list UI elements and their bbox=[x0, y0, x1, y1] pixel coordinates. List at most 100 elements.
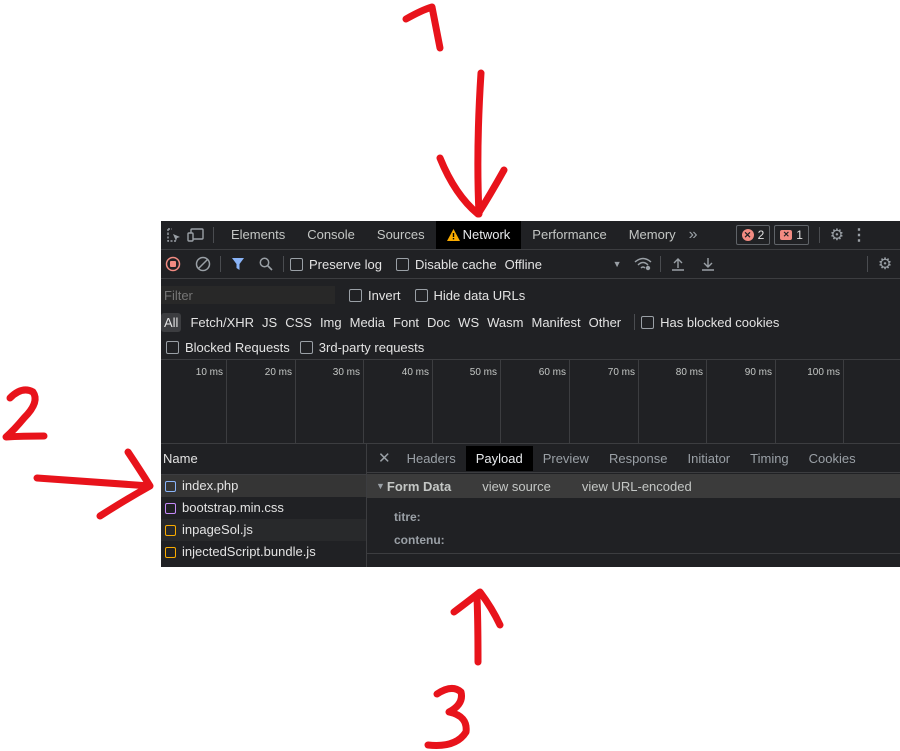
tab-memory[interactable]: Memory bbox=[618, 221, 687, 249]
hide-data-urls-label: Hide data URLs bbox=[433, 287, 526, 303]
timeline-tick-label: 90 ms bbox=[744, 367, 772, 378]
filter-input[interactable] bbox=[161, 286, 335, 304]
hide-data-urls-checkbox[interactable] bbox=[414, 288, 428, 302]
chevron-down-icon[interactable]: ▼ bbox=[613, 259, 622, 269]
tab-console[interactable]: Console bbox=[296, 221, 366, 249]
third-party-requests-checkbox[interactable] bbox=[299, 340, 313, 354]
annotation-number-1 bbox=[402, 3, 444, 52]
form-field-contenu: contenu: bbox=[394, 533, 445, 547]
timeline-tick-label: 100 ms bbox=[807, 367, 840, 378]
preserve-log-checkbox[interactable] bbox=[290, 257, 303, 271]
devtools-panel: Elements Console Sources Network Perform… bbox=[161, 221, 900, 567]
disable-cache-label: Disable cache bbox=[414, 256, 497, 272]
timeline-gridline bbox=[843, 360, 844, 443]
network-settings-gear-icon[interactable]: ⚙ bbox=[874, 253, 896, 275]
more-tabs-icon[interactable]: » bbox=[689, 226, 698, 244]
timeline-tick-label: 70 ms bbox=[607, 367, 635, 378]
type-filter-all[interactable]: All bbox=[161, 312, 182, 332]
type-filter-css[interactable]: CSS bbox=[282, 313, 315, 332]
details-tab-response[interactable]: Response bbox=[599, 446, 678, 471]
request-row[interactable]: index.php bbox=[161, 475, 366, 497]
timeline-tick-label: 20 ms bbox=[264, 367, 292, 378]
doc-file-icon bbox=[165, 480, 176, 492]
throttling-select[interactable]: Offline bbox=[505, 257, 613, 272]
issue-icon: ✕ bbox=[780, 230, 793, 240]
preserve-log-label: Preserve log bbox=[309, 256, 382, 272]
filter-icon[interactable] bbox=[227, 253, 249, 275]
request-name: injectedScript.bundle.js bbox=[182, 544, 316, 559]
type-filter-font[interactable]: Font bbox=[390, 313, 422, 332]
timeline-tick-label: 30 ms bbox=[332, 367, 360, 378]
timeline-gridline bbox=[638, 360, 639, 443]
request-row[interactable]: injectedScript.bundle.js bbox=[161, 541, 366, 563]
separator bbox=[220, 256, 221, 272]
timeline-gridline bbox=[775, 360, 776, 443]
request-row[interactable]: bootstrap.min.css bbox=[161, 497, 366, 519]
disable-cache-checkbox[interactable] bbox=[395, 257, 409, 271]
annotation-arrow-3 bbox=[450, 588, 504, 666]
issues-count-badge[interactable]: ✕ 1 bbox=[774, 225, 809, 245]
tab-sources[interactable]: Sources bbox=[366, 221, 436, 249]
timeline-tick-label: 10 ms bbox=[195, 367, 223, 378]
annotation-number-3 bbox=[424, 685, 470, 749]
has-blocked-cookies-label: Has blocked cookies bbox=[660, 314, 780, 330]
error-count: 2 bbox=[757, 228, 765, 242]
throttling-value: Offline bbox=[504, 256, 542, 272]
separator bbox=[213, 227, 214, 243]
form-data-section-header[interactable]: ▼ Form Data view source view URL-encoded bbox=[367, 474, 900, 498]
request-name: inpageSol.js bbox=[182, 522, 253, 537]
type-filter-media[interactable]: Media bbox=[347, 313, 388, 332]
close-icon[interactable]: ✕ bbox=[378, 449, 391, 467]
settings-gear-icon[interactable]: ⚙ bbox=[826, 224, 848, 246]
type-filter-other[interactable]: Other bbox=[586, 313, 625, 332]
blocked-requests-checkbox[interactable] bbox=[166, 340, 179, 354]
tab-performance[interactable]: Performance bbox=[521, 221, 617, 249]
annotation-number-2 bbox=[2, 386, 48, 441]
view-url-encoded-link[interactable]: view URL-encoded bbox=[582, 479, 692, 494]
details-tab-initiator[interactable]: Initiator bbox=[678, 446, 741, 471]
overview-timeline[interactable]: 10 ms 20 ms 30 ms 40 ms 50 ms 60 ms 70 ms 80 ms… bbox=[161, 360, 900, 443]
record-stop-icon[interactable] bbox=[162, 253, 184, 275]
timeline-gridline bbox=[432, 360, 433, 443]
details-tab-timing[interactable]: Timing bbox=[740, 446, 799, 471]
network-toolbar: Preserve log Disable cache Offline ▼ ⚙ bbox=[161, 250, 900, 279]
invert-checkbox[interactable] bbox=[349, 288, 362, 302]
request-row[interactable]: inpageSol.js bbox=[161, 519, 366, 541]
form-data-fields: titre: contenu: bbox=[394, 506, 445, 552]
search-icon[interactable] bbox=[255, 253, 277, 275]
name-column-header[interactable]: Name bbox=[161, 444, 366, 475]
tab-network[interactable]: Network bbox=[435, 221, 522, 249]
timeline-tick-label: 80 ms bbox=[675, 367, 703, 378]
error-count-badge[interactable]: ✕ 2 bbox=[735, 225, 771, 245]
network-conditions-icon[interactable] bbox=[632, 253, 654, 275]
timeline-gridline bbox=[295, 360, 296, 443]
export-har-icon[interactable] bbox=[697, 253, 719, 275]
separator bbox=[283, 256, 284, 272]
blocked-requests-label: Blocked Requests bbox=[185, 339, 290, 355]
type-filter-ws[interactable]: WS bbox=[455, 313, 482, 332]
invert-label: Invert bbox=[368, 287, 401, 303]
inspect-element-icon[interactable] bbox=[163, 224, 185, 246]
kebab-menu-icon[interactable]: ⋮ bbox=[848, 224, 870, 246]
type-filter-img[interactable]: Img bbox=[317, 313, 345, 332]
details-tab-headers[interactable]: Headers bbox=[397, 446, 466, 471]
details-tab-preview[interactable]: Preview bbox=[533, 446, 599, 471]
view-source-link[interactable]: view source bbox=[482, 479, 551, 494]
type-filter-js[interactable]: JS bbox=[259, 313, 280, 332]
details-tab-cookies[interactable]: Cookies bbox=[799, 446, 866, 471]
timeline-tick-label: 40 ms bbox=[401, 367, 429, 378]
device-toolbar-icon[interactable] bbox=[185, 224, 207, 246]
timeline-gridline bbox=[569, 360, 570, 443]
type-filter-wasm[interactable]: Wasm bbox=[484, 313, 526, 332]
import-har-icon[interactable] bbox=[667, 253, 689, 275]
has-blocked-cookies-checkbox[interactable] bbox=[641, 315, 655, 329]
divider bbox=[367, 553, 900, 554]
type-filter-manifest[interactable]: Manifest bbox=[528, 313, 583, 332]
type-filter-fetch-xhr[interactable]: Fetch/XHR bbox=[187, 313, 257, 332]
main-tab-bar: Elements Console Sources Network Perform… bbox=[161, 221, 900, 250]
clear-icon[interactable] bbox=[192, 253, 214, 275]
timeline-gridline bbox=[500, 360, 501, 443]
tab-elements[interactable]: Elements bbox=[220, 221, 296, 249]
details-tab-payload[interactable]: Payload bbox=[465, 445, 533, 471]
type-filter-doc[interactable]: Doc bbox=[424, 313, 453, 332]
